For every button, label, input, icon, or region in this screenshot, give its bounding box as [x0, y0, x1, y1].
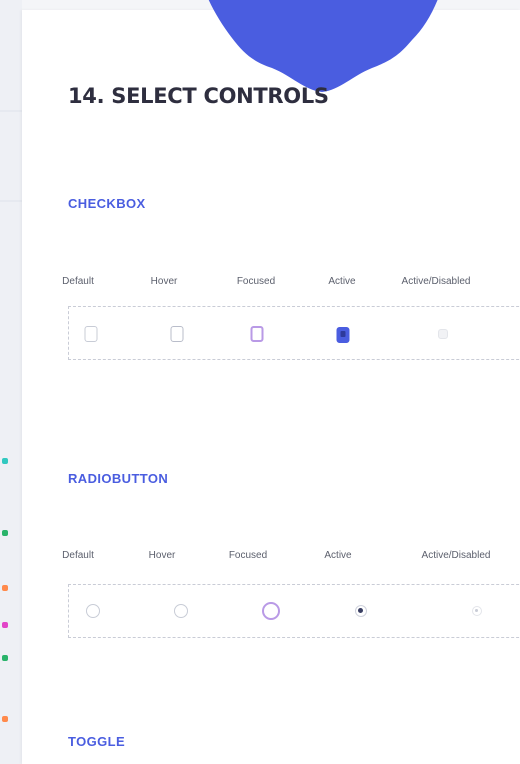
checkbox-group-label: CHECKBOX: [68, 196, 146, 211]
side-indicator-green: [2, 655, 8, 661]
radio-state-hover-label: Hover: [148, 550, 176, 561]
side-indicator-green: [2, 530, 8, 536]
radio-state-focused-label: Focused: [228, 550, 268, 561]
side-divider: [0, 200, 22, 202]
radio-state-active-disabled-label: Active/Disabled: [421, 550, 491, 561]
radio-state-active-label: Active: [324, 550, 352, 561]
checkbox-state-hover-label: Hover: [150, 276, 178, 287]
radio-active-disabled: [472, 606, 482, 616]
side-panel-edge: [0, 0, 22, 764]
checkbox-focused[interactable]: [250, 326, 264, 342]
radio-focused[interactable]: [262, 602, 280, 620]
radio-hover[interactable]: [174, 604, 188, 618]
checkbox-hover[interactable]: [170, 326, 184, 342]
radio-active[interactable]: [355, 605, 367, 617]
side-indicator-orange: [2, 585, 8, 591]
checkbox-default[interactable]: [84, 326, 98, 342]
side-indicator-teal: [2, 458, 8, 464]
checkbox-state-active-disabled-label: Active/Disabled: [401, 276, 471, 287]
checkbox-active-disabled: [438, 329, 448, 339]
side-indicator-magenta: [2, 622, 8, 628]
page-title: 14. SELECT CONTROLS: [68, 84, 329, 108]
radio-state-default-label: Default: [62, 550, 94, 561]
select-controls-card: 14. SELECT CONTROLS CHECKBOX Default Hov…: [22, 0, 520, 764]
checkbox-state-focused-label: Focused: [236, 276, 276, 287]
side-divider: [0, 110, 22, 112]
checkbox-active[interactable]: [336, 327, 350, 343]
toggle-group-label: TOGGLE: [68, 734, 126, 749]
checkbox-state-default-label: Default: [62, 276, 94, 287]
radiobutton-group-label: RADIOBUTTON: [68, 471, 169, 486]
checkbox-state-active-label: Active: [328, 276, 356, 287]
checkbox-states-row: [68, 306, 520, 360]
radio-default[interactable]: [86, 604, 100, 618]
radiobutton-states-row: [68, 584, 520, 638]
side-indicator-orange: [2, 716, 8, 722]
